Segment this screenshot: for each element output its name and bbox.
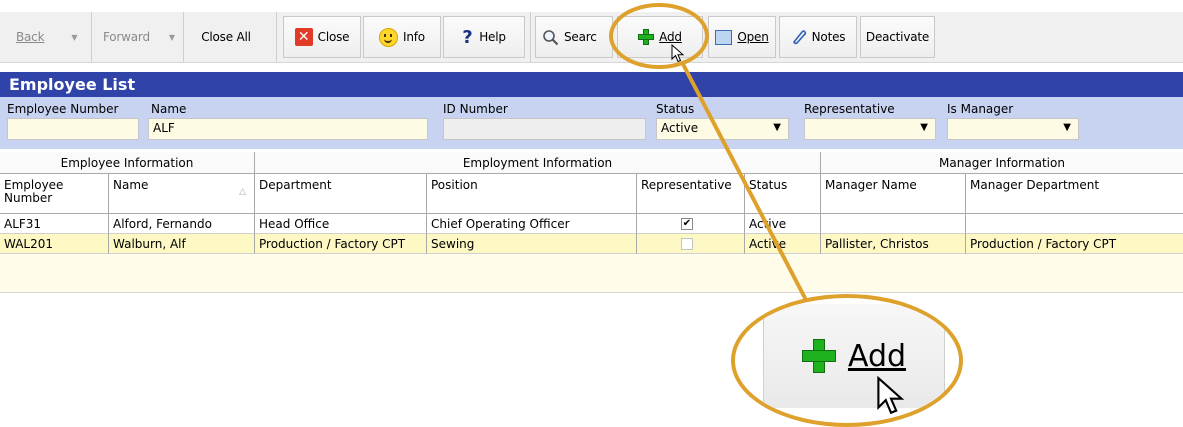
open-label: Open (737, 30, 769, 44)
green-plus-icon (801, 339, 836, 373)
chevron-down-icon: ▼ (1063, 122, 1071, 133)
panel-title: Employee List (0, 72, 1183, 97)
employee-number-input[interactable] (7, 118, 139, 140)
cell-manager-name: Pallister, Christos (821, 234, 966, 254)
chevron-down-icon: ▼ (773, 122, 781, 133)
toolbar-separator (91, 12, 92, 62)
representative-checkbox[interactable] (681, 238, 693, 250)
close-all-label: Close All (201, 30, 251, 44)
column-header-manager-department[interactable]: Manager Department (966, 174, 1183, 214)
toolbar-separator (276, 12, 277, 62)
notes-button[interactable]: Notes (779, 16, 857, 58)
filter-label-is-manager: Is Manager (947, 102, 1014, 116)
status-select[interactable]: Active ▼ (656, 118, 789, 140)
cell-representative (637, 234, 745, 254)
forward-dropdown-icon[interactable]: ▼ (169, 33, 175, 42)
filter-label-id-number: ID Number (443, 102, 508, 116)
close-icon: ✕ (294, 28, 313, 46)
close-all-button[interactable]: Close All (188, 16, 264, 58)
help-label: Help (479, 30, 506, 44)
column-header-row: Employee Number Name △ Department Positi… (0, 174, 1183, 214)
info-button[interactable]: Info (363, 16, 441, 58)
mouse-pointer-icon (671, 44, 685, 63)
forward-label: Forward (103, 30, 150, 44)
question-mark-icon: ? (462, 26, 473, 48)
open-button[interactable]: Open (708, 16, 776, 58)
cell-manager-department: Production / Factory CPT (966, 234, 1183, 254)
open-record-icon (715, 29, 733, 45)
filter-label-status: Status (656, 102, 695, 116)
filter-label-employee-number: Employee Number (7, 102, 119, 116)
is-manager-select[interactable]: ▼ (947, 118, 1079, 140)
cell-name: Alford, Fernando (109, 214, 255, 234)
cell-department: Production / Factory CPT (255, 234, 427, 254)
cell-status: Active (745, 234, 821, 254)
cell-employee-number: ALF31 (0, 214, 109, 234)
id-number-input[interactable] (443, 118, 646, 140)
back-button[interactable]: Back ▼ (8, 16, 88, 58)
column-header-name[interactable]: Name △ (109, 174, 255, 214)
representative-select[interactable]: ▼ (804, 118, 936, 140)
column-header-employee-number[interactable]: Employee Number (0, 174, 109, 214)
zoomed-add-button: Add (763, 304, 945, 408)
filter-bar: Employee Number Name ALF ID Number Statu… (0, 97, 1183, 149)
cell-manager-department (966, 214, 1183, 234)
status-select-value: Active (661, 121, 699, 135)
deactivate-button[interactable]: Deactivate (860, 16, 935, 58)
magnifier-search-icon (543, 29, 559, 45)
representative-checkbox[interactable]: ✔ (681, 218, 693, 230)
add-highlight-ring (609, 3, 709, 69)
toolbar-separator (183, 12, 184, 62)
cell-department: Head Office (255, 214, 427, 234)
forward-button[interactable]: Forward ▼ (95, 16, 181, 58)
column-header-department[interactable]: Department (255, 174, 427, 214)
back-label: Back (16, 30, 45, 44)
table-row-selected[interactable]: WAL201 Walburn, Alf Production / Factory… (0, 234, 1183, 254)
mouse-pointer-icon (877, 376, 905, 415)
column-header-manager-name[interactable]: Manager Name (821, 174, 966, 214)
toolbar: Back ▼ Forward ▼ Close All ✕ Close Info … (0, 12, 1183, 63)
cell-manager-name (821, 214, 966, 234)
table-row[interactable]: ALF31 Alford, Fernando Head Office Chief… (0, 214, 1183, 234)
search-label: Searc (564, 30, 597, 44)
column-header-representative[interactable]: Representative (637, 174, 745, 214)
group-header-employee-information: Employee Information (0, 152, 255, 174)
group-header-row: Employee Information Employment Informat… (0, 152, 1183, 174)
sort-ascending-icon: △ (239, 187, 246, 197)
grid-empty-area (0, 254, 1183, 293)
cell-position: Sewing (427, 234, 637, 254)
smiley-info-icon (379, 27, 399, 47)
toolbar-separator (530, 12, 531, 62)
column-header-status[interactable]: Status (745, 174, 821, 214)
close-label: Close (317, 30, 350, 44)
deactivate-label: Deactivate (865, 30, 930, 44)
cell-employee-number: WAL201 (0, 234, 109, 254)
zoomed-add-label: Add (847, 338, 907, 374)
cell-position: Chief Operating Officer (427, 214, 637, 234)
group-header-manager-information: Manager Information (821, 152, 1183, 174)
filter-label-name: Name (151, 102, 187, 116)
cell-name: Walburn, Alf (109, 234, 255, 254)
help-button[interactable]: ? Help (443, 16, 525, 58)
group-header-employment-information: Employment Information (255, 152, 821, 174)
info-label: Info (403, 30, 425, 44)
column-header-name-label: Name (113, 178, 149, 192)
zoomed-add-callout: Add (731, 294, 963, 427)
cell-representative: ✔ (637, 214, 745, 234)
close-button[interactable]: ✕ Close (283, 16, 361, 58)
column-header-position[interactable]: Position (427, 174, 637, 214)
back-dropdown-icon[interactable]: ▼ (71, 33, 77, 42)
paperclip-notes-icon (792, 30, 806, 45)
filter-label-representative: Representative (804, 102, 895, 116)
chevron-down-icon: ▼ (920, 122, 928, 133)
cell-status: Active (745, 214, 821, 234)
search-button[interactable]: Searc (535, 16, 613, 58)
notes-label: Notes (811, 30, 846, 44)
name-input[interactable]: ALF (148, 118, 428, 140)
